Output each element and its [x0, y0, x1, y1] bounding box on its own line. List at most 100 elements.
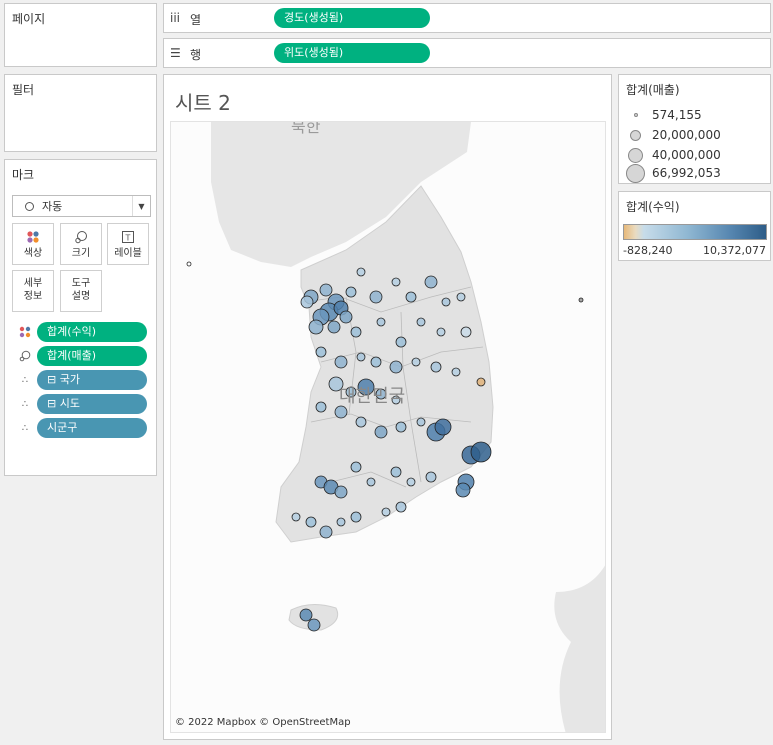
map-bubble[interactable]: [381, 507, 391, 517]
map-bubble[interactable]: [319, 525, 333, 539]
map-bubble[interactable]: [411, 357, 421, 367]
label-button[interactable]: T 레이블: [107, 223, 149, 265]
map-view[interactable]: 대한민국 북한 © 2022 Mapbox © OpenStreetMap: [170, 121, 606, 733]
mark-pill-row: 합계(수익): [17, 322, 147, 342]
map-bubble[interactable]: [315, 401, 327, 413]
map-bubble[interactable]: [369, 290, 383, 304]
map-bubble[interactable]: [456, 292, 466, 302]
filters-panel[interactable]: 필터: [4, 74, 157, 152]
map-bubble[interactable]: [430, 361, 442, 373]
pages-panel[interactable]: 페이지: [4, 3, 157, 67]
map-bubble[interactable]: [425, 471, 437, 483]
size-legend-value: 66,992,053: [652, 166, 721, 180]
map-bubble[interactable]: [356, 352, 366, 362]
profit-color-pill[interactable]: 합계(수익): [37, 322, 147, 342]
map-bubble[interactable]: [424, 275, 438, 289]
color-legend-title: 합계(수익): [626, 200, 680, 214]
size-circle-icon: [630, 129, 641, 141]
map-bubble[interactable]: [460, 326, 472, 338]
district-detail-pill[interactable]: 시군구: [37, 418, 147, 438]
map-bubble[interactable]: [395, 501, 407, 513]
map-bubble[interactable]: [441, 297, 451, 307]
map-attribution: © 2022 Mapbox © OpenStreetMap: [175, 717, 351, 728]
detail-button[interactable]: 세부 정보: [12, 270, 54, 312]
map-bubble[interactable]: [451, 367, 461, 377]
latitude-pill[interactable]: 위도(생성됨): [274, 43, 430, 63]
map-bubble[interactable]: [390, 466, 402, 478]
map-bubble[interactable]: [300, 295, 314, 309]
map-bubble[interactable]: [470, 441, 492, 463]
map-bubble[interactable]: [315, 346, 327, 358]
sales-size-pill[interactable]: 합계(매출): [37, 346, 147, 366]
mark-pill-row: ∴ ⊟ 시도: [17, 394, 147, 414]
size-circle-icon: [626, 163, 645, 183]
rows-shelf[interactable]: ☰ 행 위도(생성됨): [163, 38, 771, 68]
label-icon: T: [108, 227, 148, 247]
map-bubble[interactable]: [299, 608, 313, 622]
province-detail-pill[interactable]: ⊟ 시도: [37, 394, 147, 414]
map-bubble[interactable]: [389, 360, 403, 374]
map-bubble[interactable]: [476, 377, 486, 387]
map-bubble[interactable]: [307, 618, 321, 632]
rows-label: 행: [190, 48, 202, 62]
sheet-title: 시트 2: [175, 91, 231, 115]
map-bubble[interactable]: [305, 516, 317, 528]
map-bubble[interactable]: [366, 477, 376, 487]
map-bubble[interactable]: [416, 317, 426, 327]
detail-icon: ∴: [21, 422, 29, 434]
map-bubble[interactable]: [334, 485, 348, 499]
size-button-label: 크기: [71, 248, 91, 259]
map-bubble[interactable]: [395, 336, 407, 348]
size-button[interactable]: 크기: [60, 223, 102, 265]
map-bubble[interactable]: [406, 477, 416, 487]
color-button-label: 색상: [23, 248, 43, 259]
mark-type-dropdown[interactable]: 자동 ▼: [12, 195, 151, 217]
map-bubble[interactable]: [291, 512, 301, 522]
detail-button-line1: 세부: [23, 278, 43, 289]
size-legend[interactable]: 합계(매출) 574,155 20,000,000 40,000,000 66,…: [618, 74, 771, 184]
map-bubble[interactable]: [308, 319, 324, 335]
map-bubble[interactable]: [405, 291, 417, 303]
circle-mark-icon: [25, 201, 34, 211]
map-svg: 대한민국 북한: [171, 122, 605, 732]
color-legend-max: 10,372,077: [703, 244, 766, 257]
map-bubble[interactable]: [350, 326, 362, 338]
mark-type-value: 자동: [42, 200, 63, 213]
color-gradient-bar: [623, 224, 767, 240]
map-bubble[interactable]: [186, 261, 192, 267]
marks-panel: 마크 자동 ▼ 색상 크기 T 레이블 세부 정보 도구 설명 합계(수익) 합…: [4, 159, 157, 476]
color-button[interactable]: 색상: [12, 223, 54, 265]
map-bubble[interactable]: [334, 405, 348, 419]
map-bubble[interactable]: [350, 461, 362, 473]
size-legend-item: 574,155: [623, 105, 702, 125]
map-bubble[interactable]: [319, 283, 333, 297]
color-dots-icon: [13, 227, 53, 247]
map-bubble[interactable]: [350, 511, 362, 523]
tooltip-button[interactable]: 도구 설명: [60, 270, 102, 312]
map-bubble[interactable]: [374, 425, 388, 439]
map-bubble[interactable]: [391, 277, 401, 287]
country-detail-pill[interactable]: ⊟ 국가: [37, 370, 147, 390]
map-bubble[interactable]: [455, 482, 471, 498]
map-bubble[interactable]: [334, 355, 348, 369]
map-bubble[interactable]: [370, 356, 382, 368]
map-bubble[interactable]: [376, 317, 386, 327]
map-bubble[interactable]: [356, 267, 366, 277]
map-bubble[interactable]: [436, 327, 446, 337]
map-bubble[interactable]: [578, 297, 584, 303]
longitude-pill[interactable]: 경도(생성됨): [274, 8, 430, 28]
map-bubble[interactable]: [416, 417, 426, 427]
columns-shelf[interactable]: iii 열 경도(생성됨): [163, 3, 771, 33]
map-bubble[interactable]: [345, 286, 357, 298]
chevron-down-icon[interactable]: ▼: [132, 196, 150, 216]
size-legend-value: 20,000,000: [652, 128, 721, 142]
map-bubble[interactable]: [339, 310, 353, 324]
map-bubble[interactable]: [355, 416, 367, 428]
color-legend[interactable]: 합계(수익) -828,240 10,372,077: [618, 191, 771, 261]
detail-button-line2: 정보: [23, 291, 43, 302]
map-bubble[interactable]: [395, 421, 407, 433]
map-bubble[interactable]: [327, 320, 341, 334]
map-bubble[interactable]: [336, 517, 346, 527]
svg-text:T: T: [125, 234, 131, 243]
map-bubble[interactable]: [434, 418, 452, 436]
